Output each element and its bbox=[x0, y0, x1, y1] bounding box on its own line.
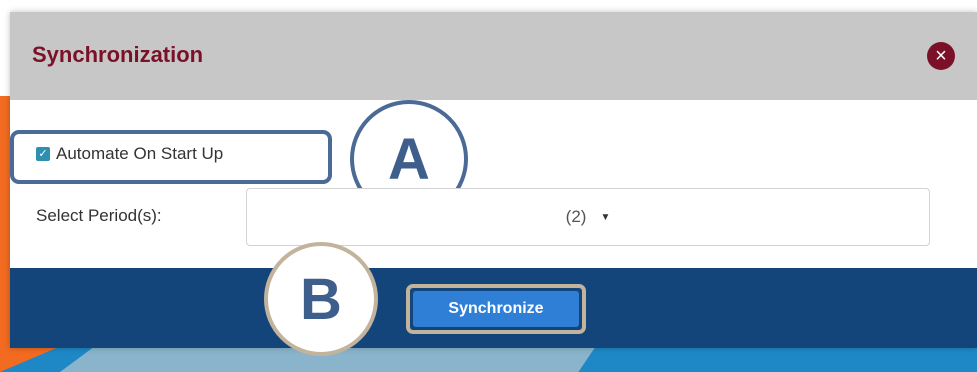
dialog-title: Synchronization bbox=[32, 42, 204, 67]
background-text-fragment: ▔▔▔▔▔ bbox=[335, 0, 394, 10]
dialog-footer: Synchronize bbox=[10, 268, 977, 348]
synchronize-button[interactable]: Synchronize bbox=[413, 291, 579, 327]
automate-on-startup-label: Automate On Start Up bbox=[56, 144, 224, 163]
automate-on-startup-row[interactable]: ✓ Automate On Start Up bbox=[36, 144, 223, 164]
automate-on-startup-checkbox[interactable]: ✓ bbox=[36, 147, 50, 161]
callout-b-letter: B bbox=[300, 266, 342, 332]
close-icon: × bbox=[935, 45, 947, 67]
callout-b-marker: B bbox=[264, 242, 378, 356]
background-text-fragment: ▔▔▔▔▔▔ bbox=[120, 0, 191, 10]
select-period-label: Select Period(s): bbox=[36, 206, 162, 225]
dialog-body: ✓ Automate On Start Up A Select Period(s… bbox=[10, 100, 977, 268]
callout-a-letter: A bbox=[388, 126, 430, 192]
close-button[interactable]: × bbox=[927, 42, 955, 70]
synchronization-dialog: Synchronization × ✓ Automate On Start Up… bbox=[10, 12, 977, 348]
period-dropdown-value: (2) bbox=[565, 207, 587, 226]
period-dropdown[interactable]: (2) ▼ bbox=[246, 188, 930, 246]
dialog-header: Synchronization × bbox=[10, 12, 977, 100]
checkmark-icon: ✓ bbox=[38, 148, 48, 160]
caret-down-icon: ▼ bbox=[600, 211, 611, 223]
